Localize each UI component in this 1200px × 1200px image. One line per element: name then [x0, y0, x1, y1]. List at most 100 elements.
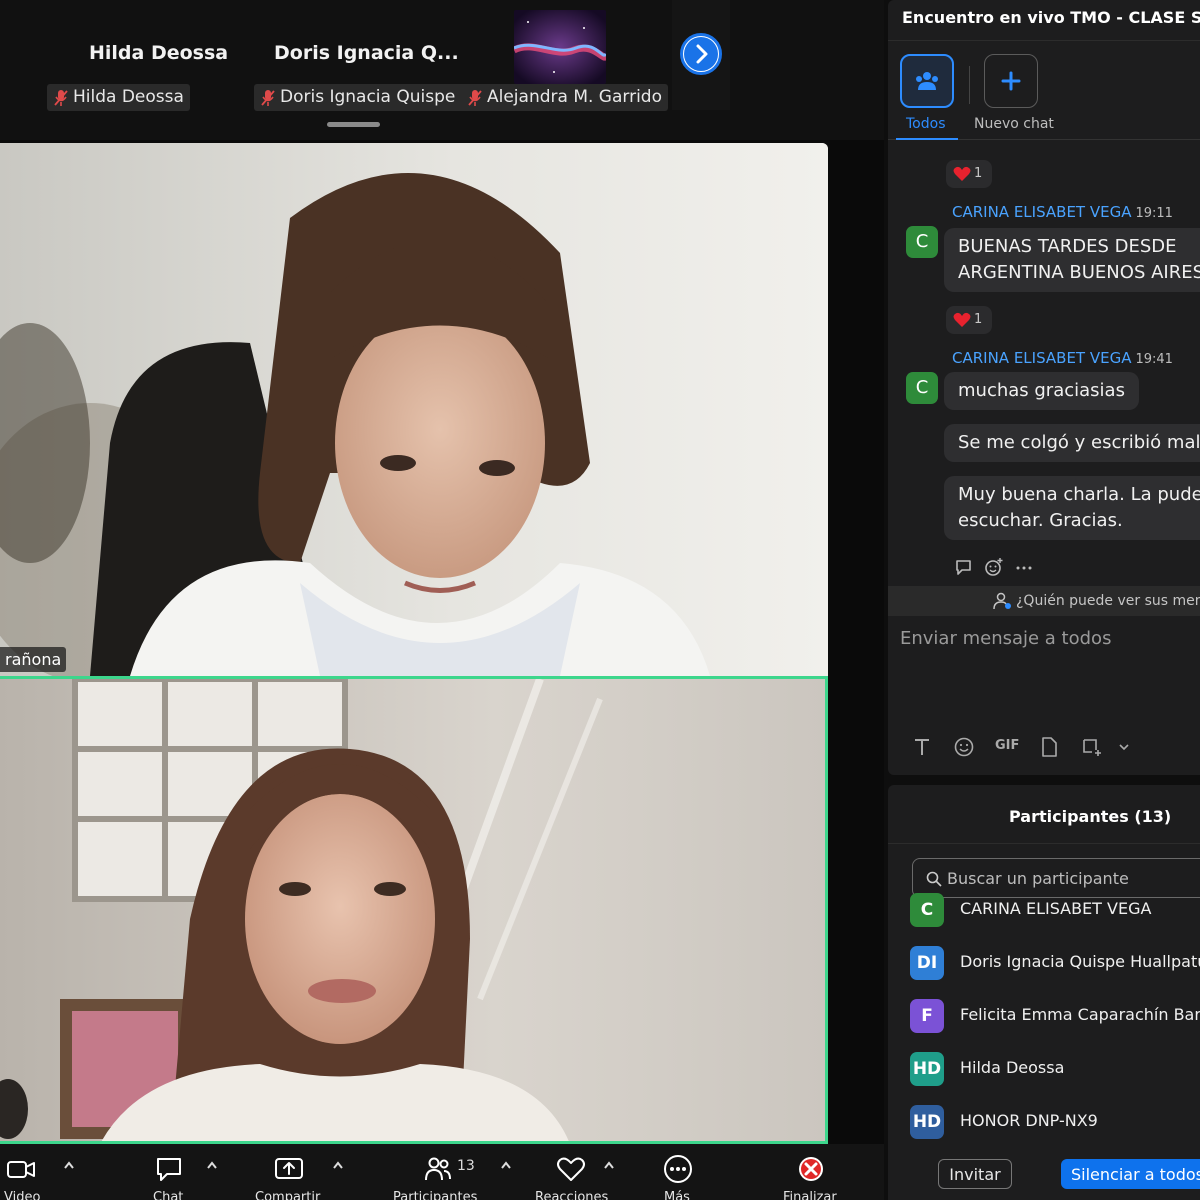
participants-button[interactable]: 13 Participantes	[385, 1144, 495, 1200]
thumbnail-name: Doris Ignacia Q...	[274, 42, 459, 64]
file-icon[interactable]	[1038, 736, 1060, 758]
toolbar-label: Más	[664, 1190, 690, 1200]
participant-row[interactable]: HD Hilda Deossa	[888, 1044, 1200, 1094]
participant-avatar-image[interactable]	[514, 10, 606, 84]
avatar[interactable]: C	[906, 226, 938, 258]
message-input[interactable]: Enviar mensaje a todos	[900, 628, 1111, 649]
tab-everyone[interactable]	[900, 54, 954, 108]
participants-title: Participantes (13)	[1009, 807, 1172, 826]
video-tile-active-speaker[interactable]	[0, 676, 828, 1144]
avatar[interactable]: C	[906, 372, 938, 404]
thumbnail-name-tag[interactable]: Hilda Deossa	[47, 84, 190, 111]
divider	[888, 843, 1200, 844]
active-tab-indicator	[896, 138, 958, 140]
toolbar-label: Compartir	[255, 1190, 321, 1200]
message-time: 19:41	[1135, 352, 1173, 367]
thumbnail-name-tag[interactable]: Alejandra M. Garrido	[461, 84, 668, 111]
chat-message[interactable]: BUENAS TARDES DESDE ARGENTINA BUENOS AIR…	[944, 228, 1200, 292]
chat-message[interactable]: muchas graciasias	[944, 372, 1139, 410]
plus-icon	[1001, 71, 1021, 91]
nebula-image	[514, 10, 606, 84]
avatar: HD	[910, 1105, 944, 1139]
strip-scroll-indicator[interactable]	[327, 122, 380, 127]
end-meeting-icon	[799, 1157, 823, 1181]
message-sender: CARINA ELISABET VEGA 19:11	[952, 203, 1173, 221]
end-meeting-button[interactable]: Finalizar	[775, 1144, 855, 1200]
participant-strip: Hilda Deossa Hilda Deossa Doris Ignacia …	[0, 0, 884, 140]
toolbar-label: Finalizar	[783, 1190, 837, 1200]
user-privacy-icon	[993, 592, 1011, 610]
meeting-toolbar: Video Chat Compartir 13 Participantes Re…	[0, 1144, 884, 1200]
toolbar-label: Chat	[153, 1190, 184, 1200]
more-options-icon[interactable]	[1014, 557, 1034, 577]
toolbar-label: Reacciones	[535, 1190, 609, 1200]
toolbar-label: Participantes	[393, 1190, 478, 1200]
tab-new-chat-label[interactable]: Nuevo chat	[974, 116, 1054, 132]
participant-name: Felicita Emma Caparachín Barret	[960, 1005, 1200, 1024]
add-reaction-icon[interactable]	[984, 557, 1004, 577]
heart-icon	[953, 312, 971, 327]
who-can-see-text: ¿Quién puede ver sus mens	[1016, 593, 1200, 609]
reply-icon[interactable]	[954, 557, 974, 577]
compose-toolbar: GIF	[908, 734, 1148, 760]
sender-name: CARINA ELISABET VEGA	[952, 349, 1132, 367]
side-panel: Encuentro en vivo TMO - CLASE SINC Todos…	[884, 0, 1200, 1200]
chevron-up-icon[interactable]	[332, 1160, 344, 1170]
next-page-button[interactable]	[680, 33, 722, 75]
tile-name-label: rañona	[0, 647, 67, 672]
chat-message[interactable]: Se me colgó y escribió mal.	[944, 424, 1200, 462]
group-chat-icon	[916, 72, 938, 90]
chevron-up-icon[interactable]	[206, 1160, 218, 1170]
reaction-count: 1	[974, 312, 983, 327]
thumbnail-tag-label: Hilda Deossa	[73, 87, 184, 107]
message-line: muchas graciasias	[958, 380, 1125, 401]
more-button[interactable]: Más	[650, 1144, 710, 1200]
gif-button[interactable]: GIF	[995, 738, 1019, 753]
chevron-up-icon[interactable]	[500, 1160, 512, 1170]
new-chat-button[interactable]	[984, 54, 1038, 108]
divider	[888, 40, 1200, 41]
thumbnail-tag-label: Alejandra M. Garrido	[487, 87, 662, 107]
mic-muted-icon	[468, 90, 482, 106]
chevron-up-icon[interactable]	[63, 1160, 75, 1170]
reaction-badge[interactable]: 1	[946, 160, 992, 188]
who-can-see-bar[interactable]: ¿Quién puede ver sus mens	[888, 586, 1200, 616]
reactions-button[interactable]: Reacciones	[530, 1144, 610, 1200]
participant-name: Doris Ignacia Quispe Huallpatue	[960, 952, 1200, 971]
message-line: Muy buena charla. La pude	[958, 484, 1200, 505]
tab-everyone-label[interactable]: Todos	[906, 116, 945, 132]
chevron-right-icon	[684, 37, 718, 71]
participant-row[interactable]: C CARINA ELISABET VEGA	[888, 885, 1200, 935]
video-button[interactable]: Video	[0, 1144, 90, 1200]
message-line: Se me colgó y escribió mal.	[958, 432, 1200, 453]
avatar: DI	[910, 946, 944, 980]
reaction-badge[interactable]: 1	[946, 306, 992, 334]
participant-row[interactable]: DI Doris Ignacia Quispe Huallpatue	[888, 938, 1200, 988]
thumbnail-name-tag[interactable]: Doris Ignacia Quispe ...	[254, 84, 483, 111]
text-format-icon[interactable]	[912, 736, 932, 758]
message-actions	[954, 556, 1044, 578]
mic-muted-icon	[261, 90, 275, 106]
chevron-up-icon[interactable]	[603, 1160, 615, 1170]
participant-row[interactable]: F Felicita Emma Caparachín Barret	[888, 991, 1200, 1041]
avatar: HD	[910, 1052, 944, 1086]
video-tile[interactable]: rañona	[0, 143, 828, 676]
participant-video	[0, 679, 825, 1141]
avatar: C	[910, 893, 944, 927]
share-screen-button[interactable]: Compartir	[250, 1144, 340, 1200]
participant-row[interactable]: HD HONOR DNP-NX9	[888, 1097, 1200, 1147]
message-sender: CARINA ELISABET VEGA 19:41	[952, 349, 1173, 367]
emoji-icon[interactable]	[953, 736, 975, 758]
screenshot-icon[interactable]	[1080, 736, 1104, 758]
participant-name: CARINA ELISABET VEGA	[960, 899, 1152, 918]
chat-message[interactable]: Muy buena charla. La pude escuchar. Grac…	[944, 476, 1200, 540]
message-line: BUENAS TARDES DESDE	[958, 236, 1177, 257]
chevron-down-icon[interactable]	[1118, 742, 1130, 752]
video-camera-icon	[7, 1161, 35, 1178]
zoom-meeting-window: Hilda Deossa Hilda Deossa Doris Ignacia …	[0, 0, 1200, 1200]
message-line: escuchar. Gracias.	[958, 510, 1123, 531]
mute-all-button[interactable]: Silenciar a todos	[1061, 1159, 1200, 1189]
chat-button[interactable]: Chat	[140, 1144, 200, 1200]
invite-button[interactable]: Invitar	[938, 1159, 1012, 1189]
participants-icon	[425, 1157, 451, 1181]
